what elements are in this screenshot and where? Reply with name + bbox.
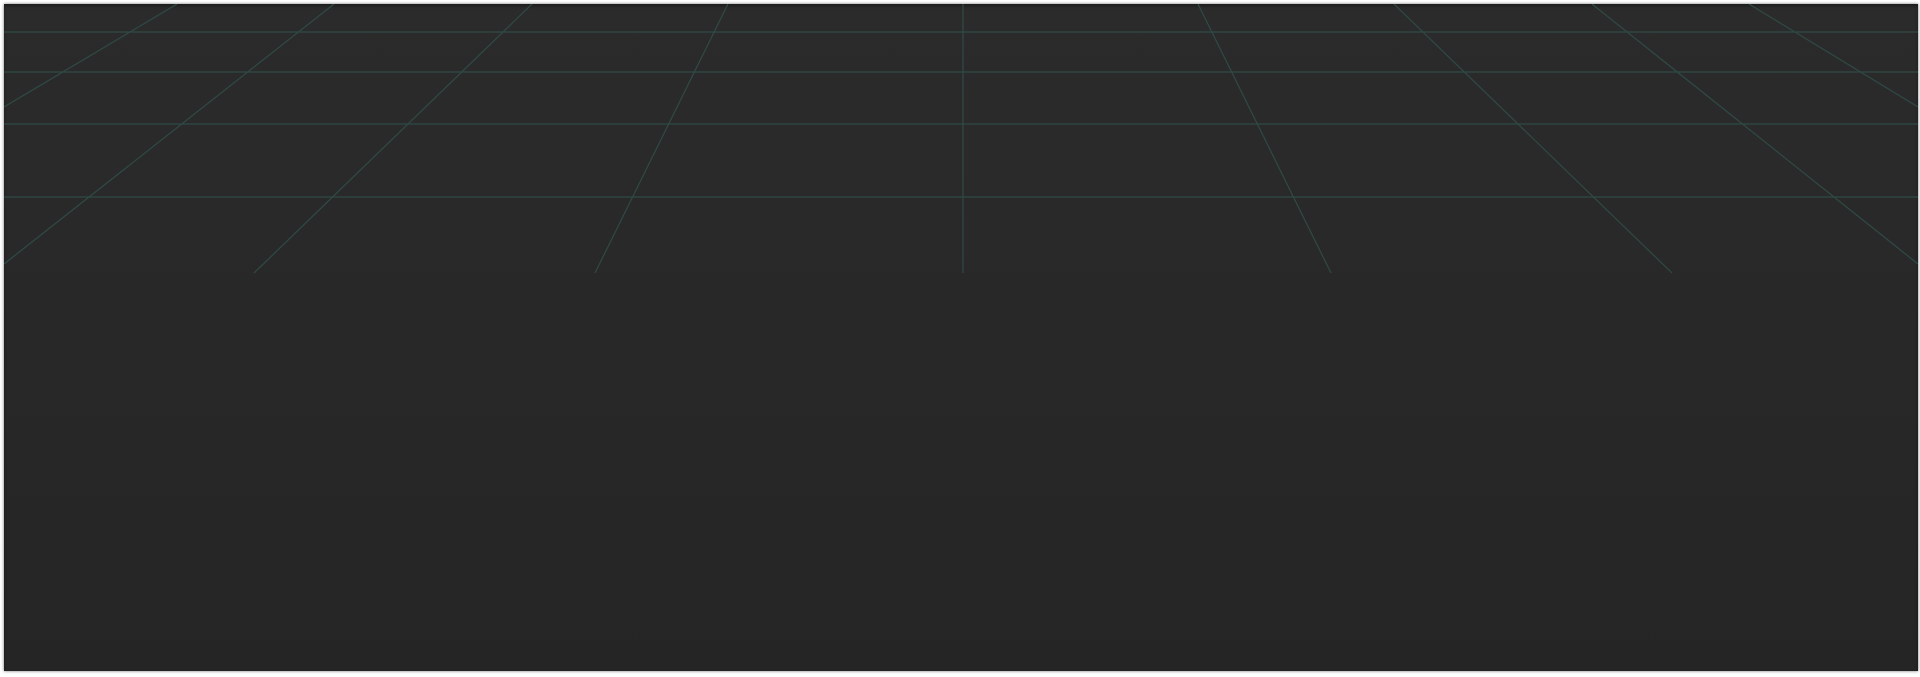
ground-grid <box>4 4 1918 274</box>
grid-line-perspective <box>1748 4 1918 108</box>
grid-line-perspective <box>1393 4 1673 274</box>
grid-line-perspective <box>1591 4 1918 265</box>
scene-canvas[interactable] <box>4 4 1918 671</box>
viewport-3d[interactable] <box>0 0 1920 677</box>
grid-line-perspective <box>1197 4 1332 274</box>
grid-line-perspective <box>4 4 335 265</box>
grid-line-perspective <box>4 4 178 108</box>
grid-line-perspective <box>253 4 533 274</box>
grid-line-perspective <box>594 4 729 274</box>
